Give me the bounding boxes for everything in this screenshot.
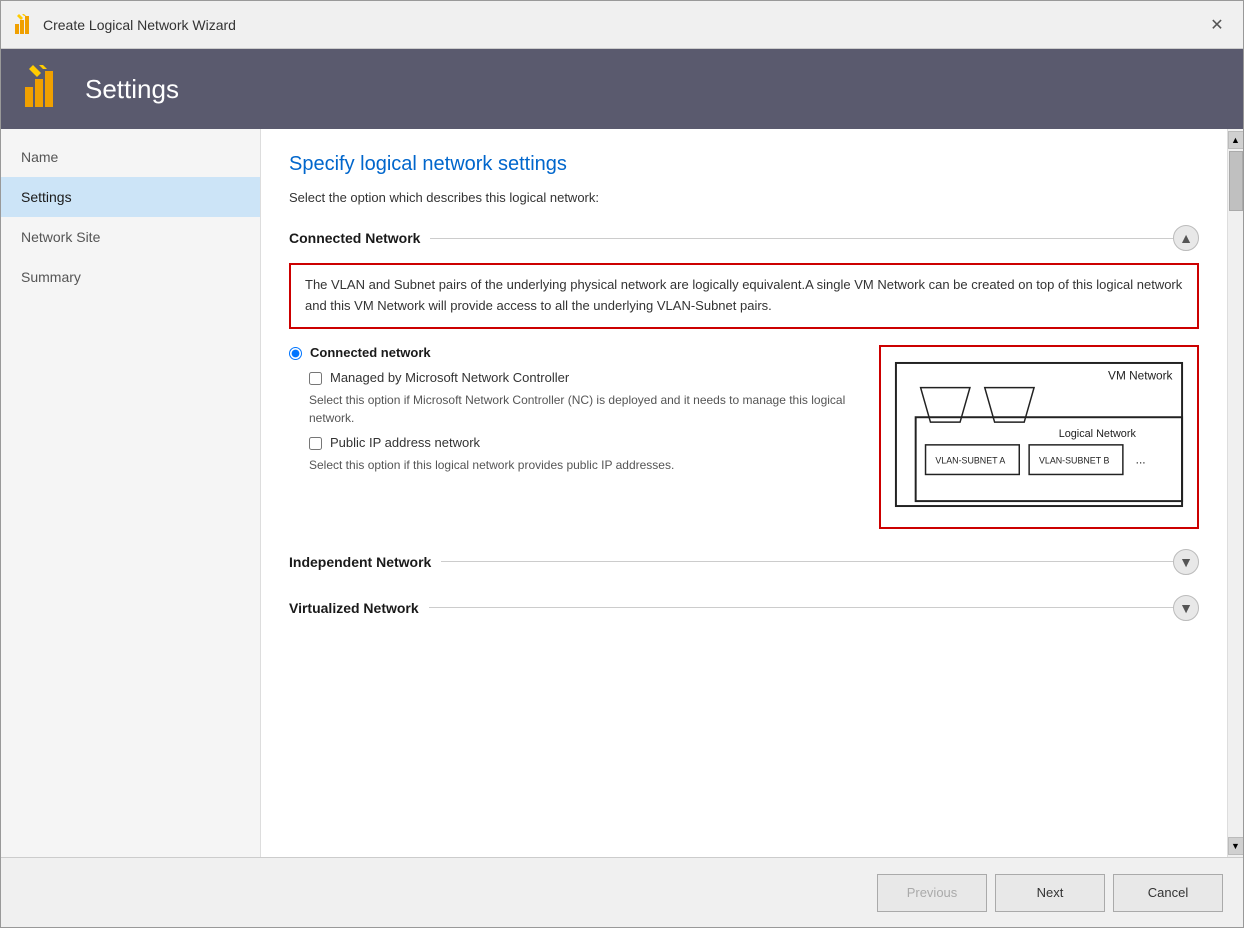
content-scroll: Specify logical network settings Select … — [261, 129, 1227, 857]
connected-network-header: Connected Network ▲ — [289, 225, 1199, 251]
dialog-window: Create Logical Network Wizard ✕ Settings… — [0, 0, 1244, 928]
public-ip-option: Public IP address network — [309, 435, 859, 450]
public-ip-description: Select this option if this logical netwo… — [309, 456, 859, 474]
connected-network-section: Connected Network ▲ The VLAN and Subnet … — [289, 225, 1199, 529]
scrollbar-track: ▲ ▼ — [1227, 129, 1243, 857]
public-ip-label: Public IP address network — [330, 435, 480, 450]
connected-network-radio[interactable] — [289, 347, 302, 360]
close-button[interactable]: ✕ — [1203, 11, 1231, 39]
virtualized-network-header: Virtualized Network ▼ — [289, 595, 1199, 621]
virtualized-network-section: Virtualized Network ▼ — [289, 595, 1199, 621]
network-diagram: VM Network — [879, 345, 1199, 529]
options-panel: Connected network Managed by Microsoft N… — [289, 345, 859, 482]
connected-network-toggle[interactable]: ▲ — [1173, 225, 1199, 251]
virtualized-network-toggle[interactable]: ▼ — [1173, 595, 1199, 621]
diagram-inner: VM Network — [879, 345, 1199, 529]
connected-network-description: The VLAN and Subnet pairs of the underly… — [289, 263, 1199, 329]
connected-network-line — [430, 238, 1173, 239]
wizard-icon — [13, 14, 35, 36]
sidebar: Name Settings Network Site Summary — [1, 129, 261, 857]
svg-text:Logical Network: Logical Network — [1059, 428, 1137, 440]
svg-text:VLAN-SUBNET B: VLAN-SUBNET B — [1039, 455, 1109, 465]
scrollbar-thumb[interactable] — [1229, 151, 1243, 211]
content-area: Specify logical network settings Select … — [261, 129, 1243, 857]
next-button[interactable]: Next — [995, 874, 1105, 912]
page-title: Specify logical network settings — [289, 153, 1199, 176]
managed-by-nc-option: Managed by Microsoft Network Controller — [309, 370, 859, 385]
managed-by-nc-description: Select this option if Microsoft Network … — [309, 391, 859, 427]
header-title: Settings — [85, 74, 179, 105]
public-ip-checkbox[interactable] — [309, 437, 322, 450]
scroll-down-button[interactable]: ▼ — [1228, 837, 1244, 855]
independent-network-line — [441, 561, 1173, 562]
title-bar: Create Logical Network Wizard ✕ — [1, 1, 1243, 49]
section-title-line-virtualized: Virtualized Network — [289, 600, 1173, 616]
main-content: Name Settings Network Site Summary Speci… — [1, 129, 1243, 857]
virtualized-network-line — [429, 607, 1173, 608]
page-subtitle: Select the option which describes this l… — [289, 190, 1199, 205]
independent-network-title: Independent Network — [289, 554, 431, 570]
svg-text:...: ... — [1136, 452, 1146, 466]
sidebar-item-name[interactable]: Name — [1, 137, 260, 177]
virtualized-network-title: Virtualized Network — [289, 600, 419, 616]
independent-network-toggle[interactable]: ▼ — [1173, 549, 1199, 575]
svg-text:VM Network: VM Network — [1108, 368, 1172, 382]
sidebar-item-network-site[interactable]: Network Site — [1, 217, 260, 257]
cancel-button[interactable]: Cancel — [1113, 874, 1223, 912]
scroll-up-button[interactable]: ▲ — [1228, 131, 1244, 149]
independent-network-section: Independent Network ▼ — [289, 549, 1199, 575]
section-title-line-independent: Independent Network — [289, 554, 1173, 570]
connected-network-title: Connected Network — [289, 230, 420, 246]
independent-network-header: Independent Network ▼ — [289, 549, 1199, 575]
footer: Previous Next Cancel — [1, 857, 1243, 927]
managed-by-nc-label: Managed by Microsoft Network Controller — [330, 370, 569, 385]
header-bar: Settings — [1, 49, 1243, 129]
sidebar-item-settings[interactable]: Settings — [1, 177, 260, 217]
diagram-svg: VM Network — [891, 357, 1187, 512]
sidebar-item-summary[interactable]: Summary — [1, 257, 260, 297]
section-title-line: Connected Network — [289, 230, 1173, 246]
connected-network-body: Connected network Managed by Microsoft N… — [289, 345, 1199, 529]
previous-button[interactable]: Previous — [877, 874, 987, 912]
title-text: Create Logical Network Wizard — [43, 17, 236, 33]
managed-by-nc-checkbox[interactable] — [309, 372, 322, 385]
connected-network-radio-option: Connected network — [289, 345, 859, 360]
header-icon — [21, 65, 69, 113]
title-bar-left: Create Logical Network Wizard — [13, 14, 236, 36]
svg-text:VLAN-SUBNET A: VLAN-SUBNET A — [935, 455, 1005, 465]
connected-network-radio-label: Connected network — [310, 345, 431, 360]
